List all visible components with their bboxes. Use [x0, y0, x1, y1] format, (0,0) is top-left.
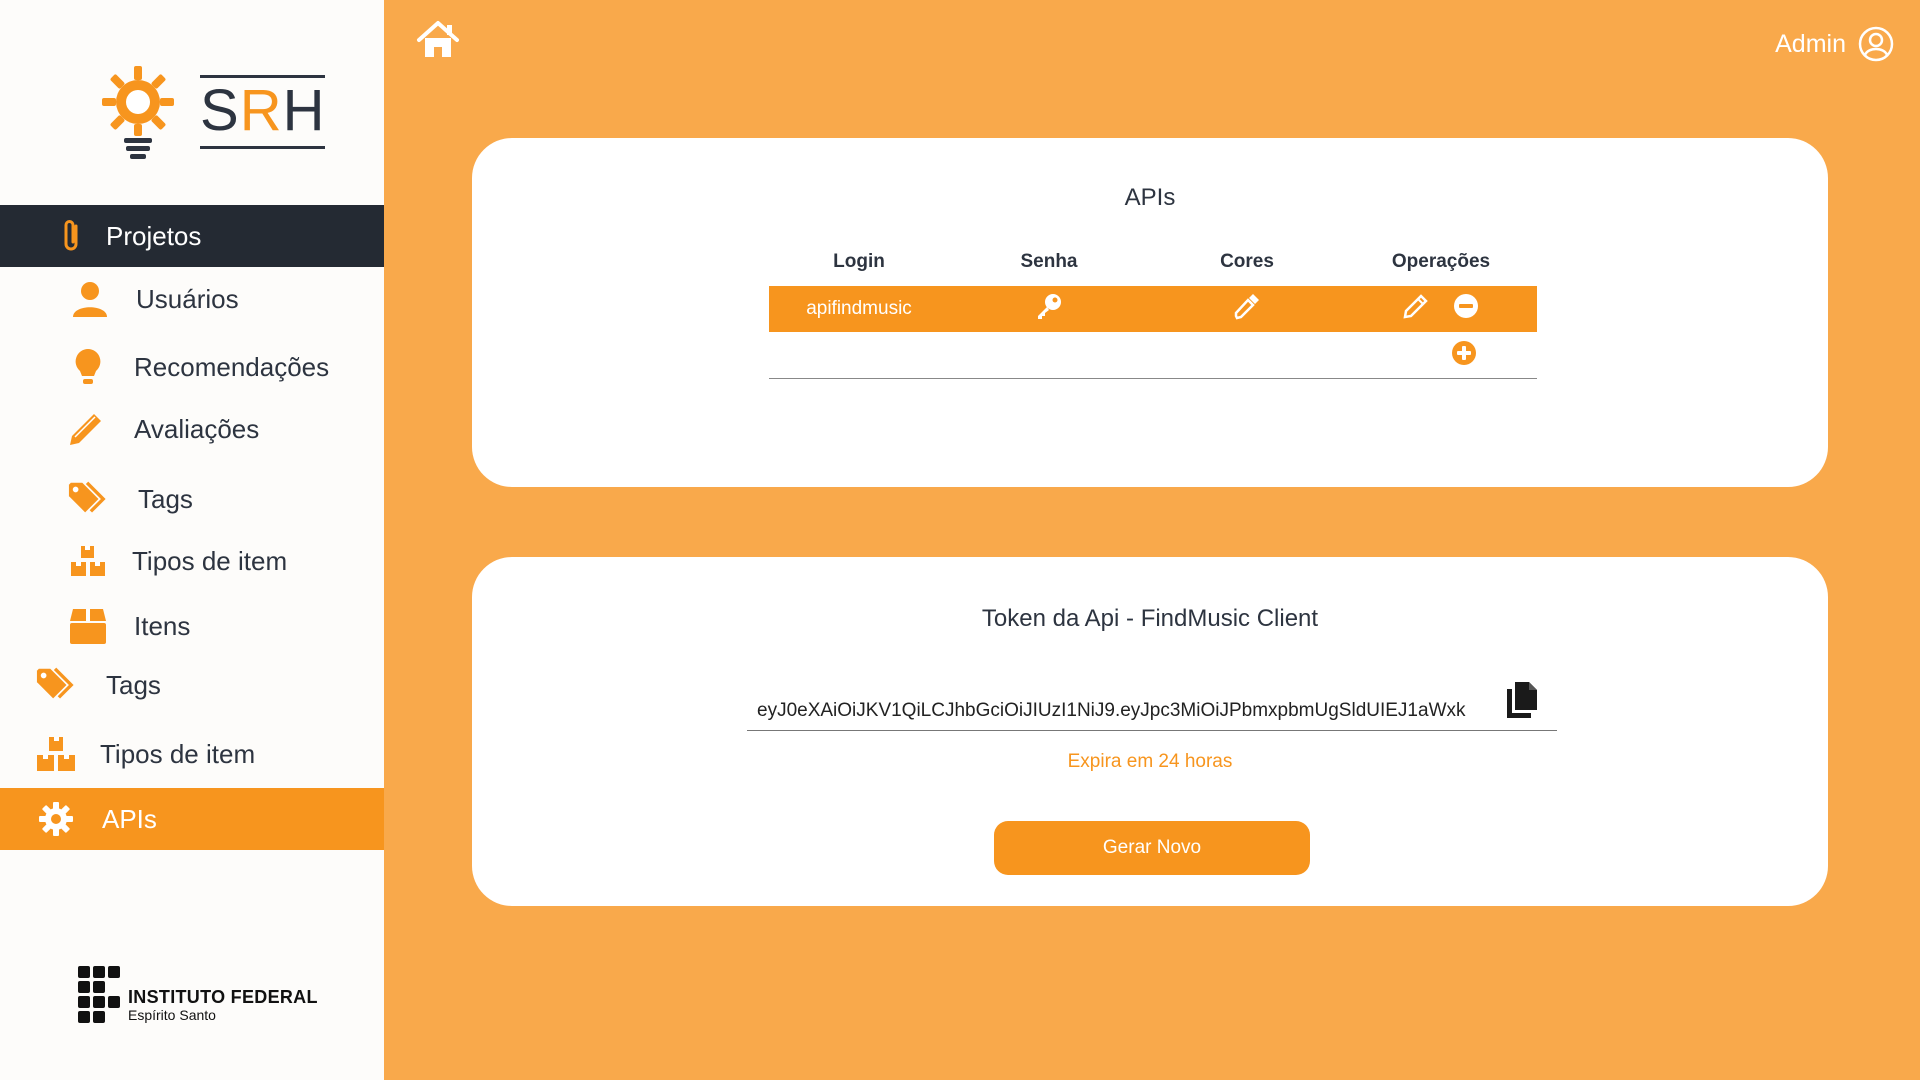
token-expiration: Expira em 24 horas: [1067, 751, 1233, 772]
boxes-icon: [68, 541, 108, 581]
add-circle-icon[interactable]: [1451, 340, 1477, 371]
copy-icon[interactable]: [1505, 681, 1539, 724]
sidebar-item-itens[interactable]: Itens: [0, 595, 384, 657]
sidebar-item-projetos[interactable]: Projetos: [0, 205, 384, 267]
ifes-grid-icon: [78, 966, 120, 1023]
sidebar-item-label: Recomendações: [134, 351, 330, 382]
sidebar-item-recomendacoes[interactable]: Recomendações: [0, 336, 384, 398]
token-value: eyJ0eXAiOiJKV1QiLCJhbGciOiJIUzI1NiJ9.eyJ…: [757, 700, 1466, 721]
boxes-icon: [36, 734, 76, 774]
user-circle-icon: [1858, 26, 1894, 62]
ifes-campus: Espírito Santo: [128, 1006, 216, 1023]
token-field: eyJ0eXAiOiJKV1QiLCJhbGciOiJIUzI1NiJ9.eyJ…: [747, 677, 1557, 731]
sidebar-item-label: Projetos: [106, 220, 202, 251]
home-icon: [417, 21, 459, 57]
sidebar-item-label: Usuários: [136, 283, 239, 314]
tags-icon: [68, 479, 108, 519]
table-row: apifindmusic: [769, 286, 1537, 332]
apis-title: APIs: [1124, 184, 1176, 211]
tags-icon: [36, 665, 76, 705]
sidebar-item-apis[interactable]: APIs: [0, 788, 384, 850]
col-senha: Senha: [1020, 251, 1078, 272]
remove-circle-icon[interactable]: [1453, 293, 1479, 325]
lightbulb-gear-logo-icon: [102, 66, 174, 159]
sidebar-item-label: Tipos de item: [100, 738, 256, 769]
pencil-icon: [66, 409, 106, 449]
gear-icon: [36, 799, 76, 839]
sidebar-item-label: Tags: [138, 483, 193, 514]
paperclip-icon: [52, 216, 92, 256]
app-logo: SRH: [100, 64, 326, 160]
apis-card: APIs Login Senha Cores Operações apifind…: [472, 138, 1828, 487]
sidebar-item-tags-2[interactable]: Tags: [0, 654, 384, 716]
user-icon: [70, 279, 110, 319]
sidebar-item-label: Tags: [106, 669, 161, 700]
ifes-name: INSTITUTO FEDERAL: [128, 986, 318, 1007]
sidebar-item-tags[interactable]: Tags: [0, 468, 384, 530]
row-login: apifindmusic: [806, 298, 912, 319]
ifes-logo: INSTITUTO FEDERAL Espírito Santo: [78, 966, 318, 1023]
key-icon[interactable]: [1035, 292, 1063, 326]
col-operacoes: Operações: [1391, 251, 1491, 272]
token-card: Token da Api - FindMusic Client eyJ0eXAi…: [472, 557, 1828, 906]
sidebar-item-label: Tipos de item: [132, 545, 288, 576]
sidebar-item-label: Avaliações: [134, 413, 260, 444]
sidebar-item-tipos-de-item-2[interactable]: Tipos de item: [0, 723, 384, 785]
col-login: Login: [833, 251, 885, 272]
sidebar: SRH Projetos Usuários Recomendações Aval…: [0, 0, 384, 1080]
user-menu[interactable]: Admin: [1775, 26, 1894, 62]
sidebar-item-label: APIs: [102, 803, 157, 834]
user-name: Admin: [1775, 29, 1846, 58]
home-button[interactable]: [416, 20, 460, 60]
edit-pencil-icon[interactable]: [1403, 293, 1429, 325]
box-icon: [68, 606, 108, 646]
sidebar-item-usuarios[interactable]: Usuários: [0, 268, 384, 330]
lightbulb-icon: [68, 347, 108, 387]
sidebar-item-tipos-de-item[interactable]: Tipos de item: [0, 530, 384, 592]
token-title: Token da Api - FindMusic Client: [981, 605, 1319, 632]
app-logo-text: SRH: [200, 75, 326, 149]
col-cores: Cores: [1220, 251, 1274, 272]
sidebar-item-label: Itens: [134, 610, 191, 641]
sidebar-item-avaliacoes[interactable]: Avaliações: [0, 398, 384, 460]
apis-table: Login Senha Cores Operações apifindmusic: [769, 238, 1537, 379]
table-header: Login Senha Cores Operações: [769, 238, 1537, 286]
eyedropper-icon[interactable]: [1233, 292, 1261, 326]
add-row: [769, 332, 1537, 379]
generate-new-button[interactable]: Gerar Novo: [994, 821, 1310, 875]
